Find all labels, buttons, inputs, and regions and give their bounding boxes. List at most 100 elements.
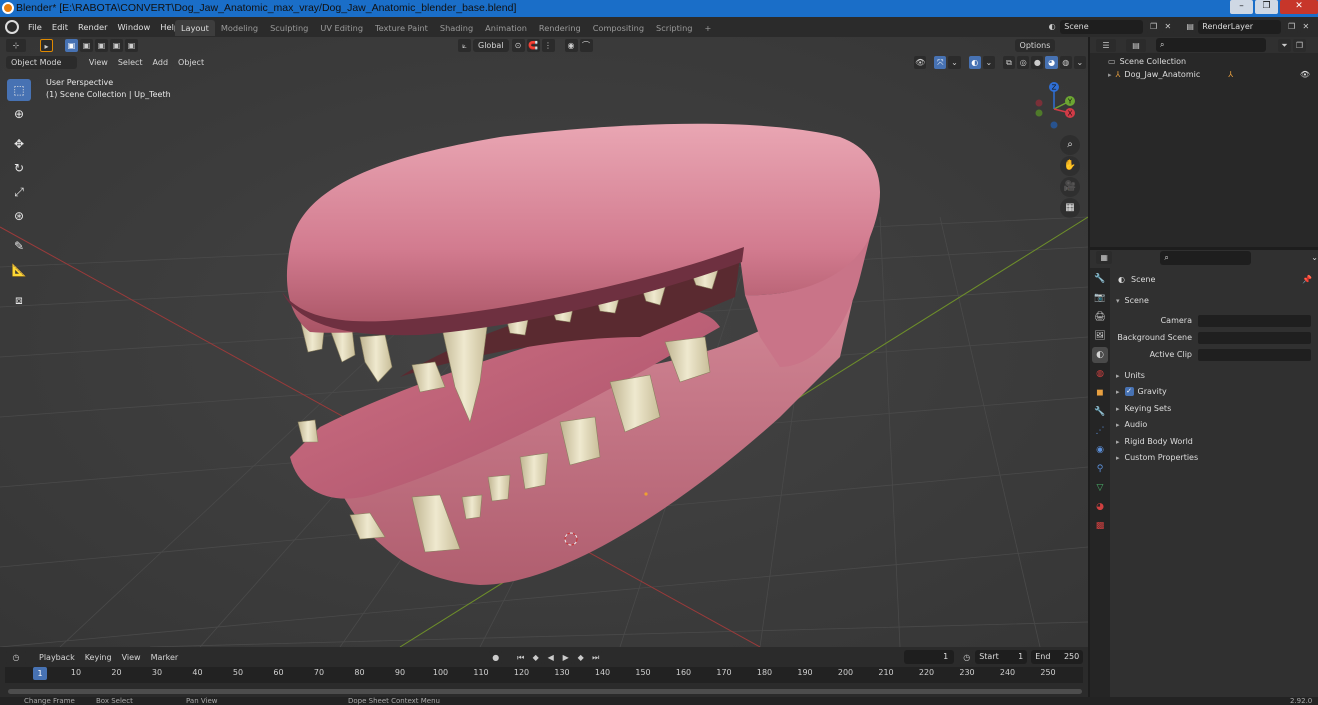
new-collection-icon[interactable]: ❐ bbox=[1293, 38, 1306, 52]
perspective-grid-icon[interactable]: ▦ bbox=[1060, 198, 1080, 218]
section-custom-properties[interactable]: ▸ Custom Properties bbox=[1110, 450, 1318, 465]
close-icon[interactable]: ✕ bbox=[1280, 0, 1318, 14]
properties-editor-type-icon[interactable]: ▦ bbox=[1096, 251, 1113, 264]
menu-render[interactable]: Render bbox=[73, 22, 113, 32]
navigation-gizmo[interactable]: Z Y X bbox=[1030, 79, 1078, 131]
snap-target-icon[interactable]: ⋮ bbox=[541, 38, 555, 52]
menu-marker[interactable]: Marker bbox=[146, 653, 184, 662]
filter-icon[interactable]: ⏷ bbox=[1278, 38, 1291, 52]
menu-window[interactable]: Window bbox=[113, 22, 156, 32]
outliner-row-scene-collection[interactable]: ▭ Scene Collection bbox=[1090, 55, 1318, 68]
menu-add[interactable]: Add bbox=[148, 58, 174, 67]
select-mode-subtract-icon[interactable]: ▣ bbox=[95, 38, 108, 52]
transform-orientation-dropdown[interactable]: Global bbox=[473, 38, 509, 52]
record-icon[interactable]: ● bbox=[489, 650, 503, 664]
scene-tab-icon[interactable]: ◐ bbox=[1092, 347, 1108, 363]
proportional-falloff-icon[interactable]: ⌒ bbox=[579, 38, 593, 52]
options-dropdown[interactable]: Options bbox=[1014, 38, 1056, 52]
background-scene-field[interactable] bbox=[1198, 331, 1311, 344]
outliner-editor-type-icon[interactable]: ☰ bbox=[1096, 38, 1116, 52]
section-gravity[interactable]: ▸ ✓ Gravity bbox=[1110, 384, 1318, 399]
move-tool-icon[interactable]: ✥ bbox=[7, 133, 31, 155]
add-workspace-button[interactable]: + bbox=[698, 20, 717, 36]
editor-type-icon[interactable]: ⊹ bbox=[6, 38, 26, 52]
overlay-dropdown-icon[interactable]: ⌄ bbox=[982, 55, 995, 69]
data-tab-icon[interactable]: ▽ bbox=[1092, 480, 1108, 496]
transform-tool-icon[interactable]: ⊛ bbox=[7, 205, 31, 227]
texture-tab-icon[interactable]: ▩ bbox=[1092, 518, 1108, 534]
section-audio[interactable]: ▸ Audio bbox=[1110, 417, 1318, 432]
timeline-editor-type-icon[interactable]: ◷ bbox=[6, 650, 26, 664]
outliner-row-dog-jaw[interactable]: ▸ ⅄ Dog_Jaw_Anatomic ⅄ 👁 bbox=[1090, 68, 1318, 81]
frame-ruler[interactable]: 1 10 20 30 40 50 60 70 80 90 100 110 120 130 140 150 16… bbox=[5, 667, 1083, 683]
end-frame-field[interactable]: End 250 bbox=[1031, 650, 1084, 664]
properties-options-icon[interactable]: ⌄ bbox=[1311, 253, 1318, 262]
constraints-tab-icon[interactable]: ⚲ bbox=[1092, 461, 1108, 477]
tab-sculpting[interactable]: Sculpting bbox=[264, 20, 314, 36]
menu-timeline-view[interactable]: View bbox=[117, 653, 146, 662]
select-mode-new-icon[interactable]: ▣ bbox=[65, 38, 78, 52]
pan-hand-icon[interactable]: ✋ bbox=[1060, 156, 1080, 176]
select-mode-extend-icon[interactable]: ▣ bbox=[80, 38, 93, 52]
new-view-layer-icon[interactable]: ❐ bbox=[1285, 20, 1298, 33]
select-mode-invert-icon[interactable]: ▣ bbox=[110, 38, 123, 52]
pivot-point-icon[interactable]: ⊙ bbox=[511, 38, 525, 52]
visibility-icon[interactable]: 👁 bbox=[914, 55, 927, 69]
section-units[interactable]: ▸ Units bbox=[1110, 368, 1318, 383]
proportional-editing-icon[interactable]: ◉ bbox=[564, 38, 578, 52]
tab-scripting[interactable]: Scripting bbox=[650, 20, 698, 36]
object-mode-dropdown[interactable]: Object Mode bbox=[6, 55, 77, 69]
scene-icon[interactable]: ◐ bbox=[1046, 20, 1059, 33]
shading-wireframe-icon[interactable]: ◎ bbox=[1017, 55, 1030, 69]
menu-view[interactable]: View bbox=[84, 58, 113, 67]
shading-material-icon[interactable]: ◕ bbox=[1045, 55, 1058, 69]
tab-modeling[interactable]: Modeling bbox=[215, 20, 264, 36]
rotate-tool-icon[interactable]: ↻ bbox=[7, 157, 31, 179]
render-tab-icon[interactable]: 📷 bbox=[1092, 290, 1108, 306]
properties-search-field[interactable]: ⌕ bbox=[1160, 250, 1252, 265]
camera-field[interactable] bbox=[1198, 314, 1311, 327]
view-layer-tab-icon[interactable]: 🖼 bbox=[1092, 328, 1108, 344]
shading-solid-icon[interactable]: ● bbox=[1031, 55, 1044, 69]
menu-keying[interactable]: Keying bbox=[80, 653, 117, 662]
add-cube-tool-icon[interactable]: ⧈ bbox=[7, 289, 31, 311]
cursor-tool-icon[interactable]: ⊕ bbox=[7, 103, 31, 125]
gizmo-toggle-icon[interactable]: ⤧ bbox=[934, 55, 947, 69]
tab-compositing[interactable]: Compositing bbox=[587, 20, 650, 36]
jump-end-icon[interactable]: ⏭ bbox=[589, 650, 603, 664]
section-keying-sets[interactable]: ▸ Keying Sets bbox=[1110, 401, 1318, 416]
physics-tab-icon[interactable]: ◉ bbox=[1092, 442, 1108, 458]
pin-icon[interactable]: 📌 bbox=[1302, 275, 1312, 284]
measure-tool-icon[interactable]: 📐 bbox=[7, 259, 31, 281]
playhead[interactable]: 1 bbox=[33, 667, 47, 680]
annotate-tool-icon[interactable]: ✎ bbox=[7, 235, 31, 257]
tab-uv-editing[interactable]: UV Editing bbox=[314, 20, 369, 36]
camera-view-icon[interactable]: 🎥 bbox=[1060, 177, 1080, 197]
scene-name-field[interactable]: Scene bbox=[1060, 19, 1144, 34]
modifier-tab-icon[interactable]: 🔧 bbox=[1092, 404, 1108, 420]
display-mode-icon[interactable]: ▤ bbox=[1126, 38, 1146, 52]
gizmo-dropdown-icon[interactable]: ⌄ bbox=[948, 55, 961, 69]
menu-playback[interactable]: Playback bbox=[34, 653, 80, 662]
menu-object[interactable]: Object bbox=[173, 58, 209, 67]
preview-range-clock-icon[interactable]: ◷ bbox=[960, 650, 974, 664]
world-tab-icon[interactable]: ◍ bbox=[1092, 366, 1108, 382]
object-tab-icon[interactable]: ◼ bbox=[1092, 385, 1108, 401]
particles-tab-icon[interactable]: ⋰ bbox=[1092, 423, 1108, 439]
play-reverse-icon[interactable]: ◀ bbox=[544, 650, 558, 664]
menu-select[interactable]: Select bbox=[113, 58, 148, 67]
tab-shading[interactable]: Shading bbox=[434, 20, 479, 36]
minimize-icon[interactable]: – bbox=[1230, 0, 1253, 14]
section-rigid-body-world[interactable]: ▸ Rigid Body World bbox=[1110, 434, 1318, 449]
3d-viewport[interactable]: ⊹ ▸ ▣ ▣ ▣ ▣ ▣ ⟀ Global ⊙ 🧲 ⋮ ◉ ⌒ Options… bbox=[0, 37, 1088, 647]
shading-dropdown-icon[interactable]: ⌄ bbox=[1073, 55, 1086, 69]
new-scene-icon[interactable]: ❐ bbox=[1147, 20, 1160, 33]
gravity-checkbox[interactable]: ✓ bbox=[1124, 387, 1134, 396]
play-icon[interactable]: ▶ bbox=[559, 650, 573, 664]
view-layer-icon[interactable]: ▤ bbox=[1184, 20, 1197, 33]
start-frame-field[interactable]: Start 1 bbox=[975, 650, 1028, 664]
tab-animation[interactable]: Animation bbox=[479, 20, 533, 36]
delete-view-layer-icon[interactable]: ✕ bbox=[1299, 20, 1313, 33]
select-box-tool-icon[interactable]: ⬚ bbox=[7, 79, 31, 101]
tab-rendering[interactable]: Rendering bbox=[533, 20, 587, 36]
